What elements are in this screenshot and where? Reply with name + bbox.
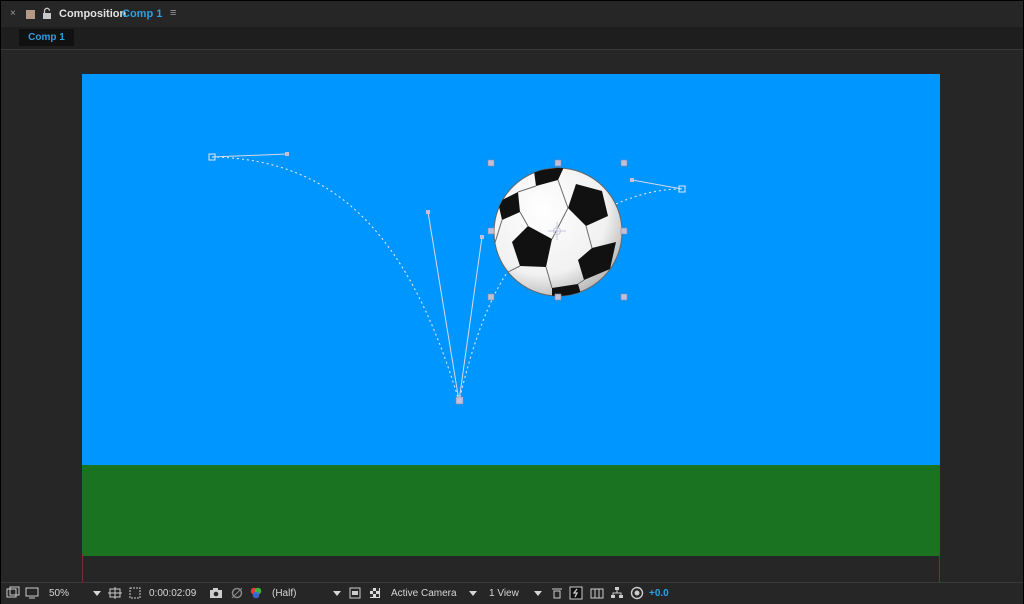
toggle-pixel-aspect-icon[interactable] — [550, 586, 564, 600]
composition-panel: × Composition Comp 1 ≡ Comp 1 50% 0:00:0… — [1, 1, 1023, 604]
view-layout-dropdown-icon[interactable] — [534, 591, 542, 596]
panel-header: × Composition Comp 1 ≡ — [1, 1, 1023, 27]
close-panel-button[interactable]: × — [10, 8, 16, 19]
motion-path-overlay — [208, 152, 686, 405]
panel-menu-icon[interactable]: ≡ — [170, 7, 176, 19]
composition-viewer[interactable] — [1, 50, 1023, 582]
lock-icon[interactable] — [42, 7, 52, 20]
soccer-ball-layer[interactable] — [493, 167, 623, 306]
bezier-handles — [211, 153, 683, 402]
viewer-toolbar: 50% 0:00:02:09 (Half) Active Camera 1 Vi… — [1, 582, 1023, 604]
fast-previews-icon[interactable] — [348, 586, 362, 600]
magnification-dropdown-icon[interactable] — [93, 591, 101, 596]
timeline-icon[interactable] — [590, 586, 604, 600]
panel-title: Composition — [59, 8, 127, 20]
exposure-value[interactable]: +0.0 — [649, 586, 669, 601]
current-time[interactable]: 0:00:02:09 — [149, 586, 196, 601]
frame-edge-right — [939, 554, 940, 582]
motion-path[interactable] — [211, 156, 683, 404]
composition-color-icon — [26, 10, 35, 19]
frame-edge-left — [82, 554, 83, 582]
snapshot-icon[interactable] — [209, 586, 223, 600]
camera-dropdown-icon[interactable] — [469, 591, 477, 596]
always-preview-icon[interactable] — [6, 586, 20, 600]
composition-frame[interactable] — [82, 74, 940, 558]
monitor-icon[interactable] — [25, 586, 39, 600]
view-layout-select[interactable]: 1 View — [489, 586, 519, 601]
resolution-select[interactable]: (Half) — [272, 586, 296, 601]
3d-draft-icon[interactable] — [569, 586, 583, 600]
region-of-interest-icon[interactable] — [128, 586, 142, 600]
transparency-grid-icon[interactable] — [368, 586, 382, 600]
reset-exposure-icon[interactable] — [630, 586, 644, 600]
camera-select[interactable]: Active Camera — [391, 586, 457, 601]
grid-guides-icon[interactable] — [108, 586, 122, 600]
color-channel-icon[interactable] — [249, 586, 263, 600]
show-snapshot-icon[interactable] — [230, 586, 244, 600]
tab-comp-1[interactable]: Comp 1 — [19, 29, 74, 46]
viewer-tab-bar: Comp 1 — [1, 27, 1023, 50]
magnification-select[interactable]: 50% — [49, 586, 69, 601]
resolution-dropdown-icon[interactable] — [333, 591, 341, 596]
flowchart-icon[interactable] — [610, 586, 624, 600]
keyframe-markers[interactable] — [208, 153, 686, 405]
panel-comp-name[interactable]: Comp 1 — [122, 8, 162, 20]
